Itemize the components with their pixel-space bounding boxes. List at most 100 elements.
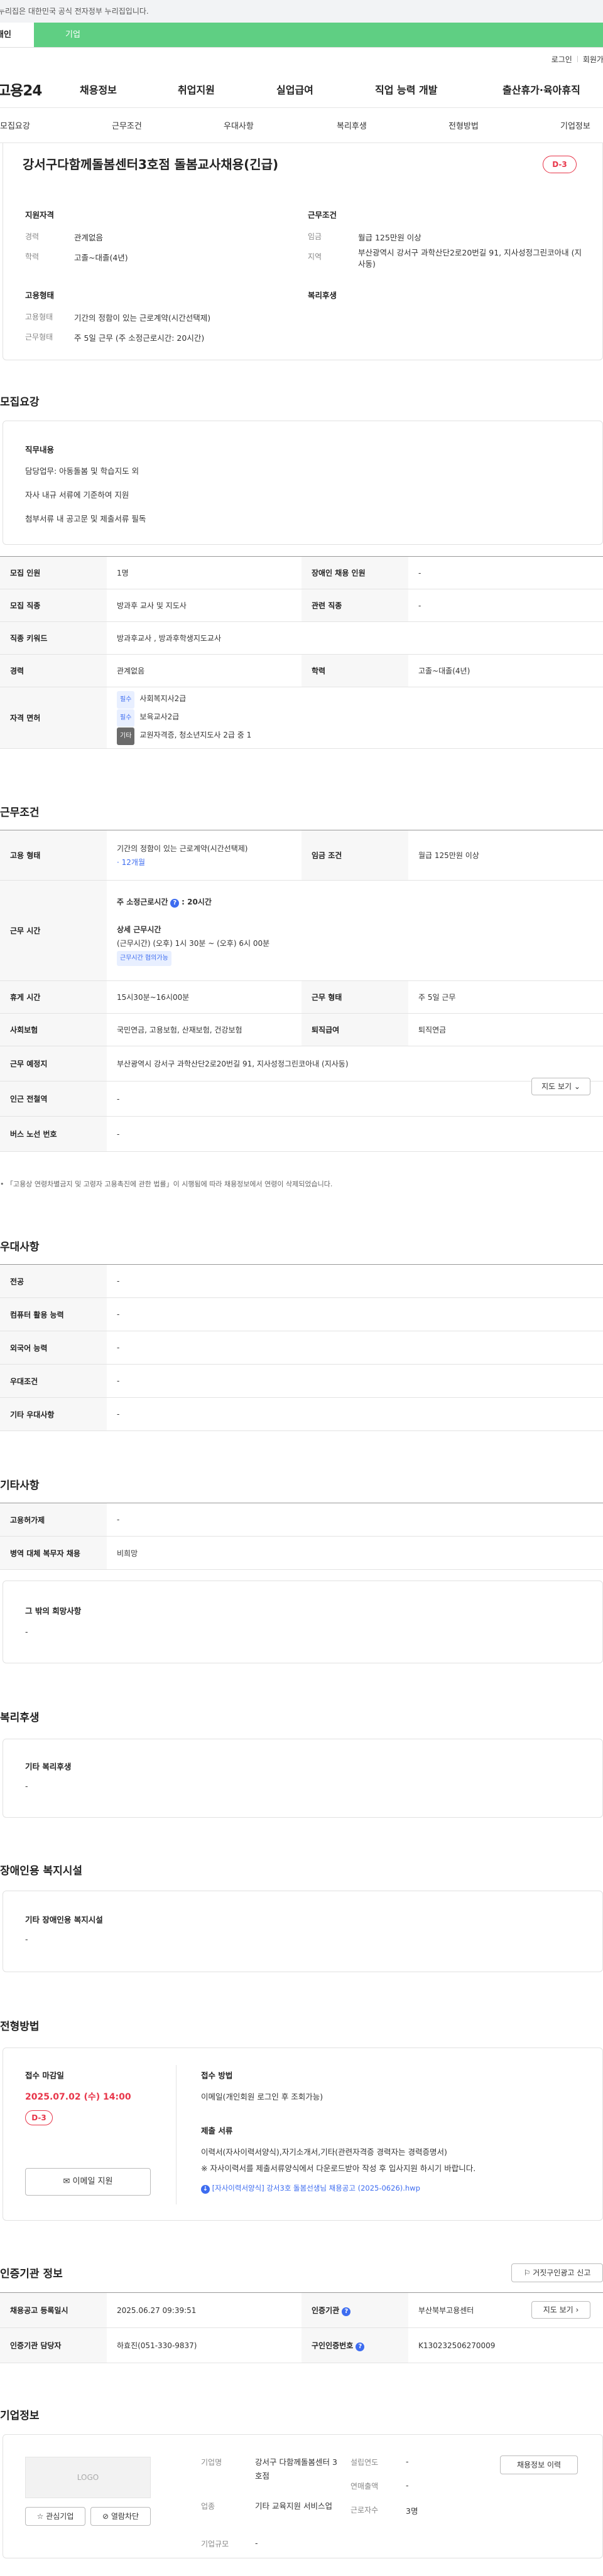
pref-label: 기타 우대사항	[0, 1397, 107, 1431]
work-map-button[interactable]: 지도 보기 ⌄	[531, 1078, 590, 1095]
disabled-value: -	[408, 556, 603, 589]
worktype-label: 근무형태	[25, 333, 53, 341]
keyword-label: 직종 키워드	[0, 621, 107, 655]
mgr-value: 하효진(051-330-9837)	[107, 2327, 302, 2363]
report-icon: ⚐	[523, 2268, 531, 2277]
career-value: 관계없음	[74, 233, 104, 242]
bus-label: 버스 노선 번호	[0, 1116, 107, 1152]
emptype-label: 고용형태	[25, 313, 53, 321]
region-label: 지역	[308, 252, 322, 261]
etc-value: 비희망	[107, 1536, 603, 1570]
gnb-item-jobs[interactable]: 채용정보	[80, 82, 117, 97]
name-label: 기업명	[201, 2458, 222, 2467]
tab-corporate-label: 기업	[65, 30, 80, 40]
rec-edu-value: 고졸~대졸(4년)	[408, 654, 603, 687]
attachment-name: [자사이력서양식] 강서3호 돌봄선생님 채용공고 (2025-0626).hw…	[212, 2184, 420, 2192]
license-tag: 필수	[117, 691, 135, 709]
anchor-recruit[interactable]: 모집요강	[0, 119, 30, 131]
anchor-process[interactable]: 전형방법	[448, 119, 479, 131]
email-apply-button[interactable]: ✉ 이메일 지원	[25, 2168, 151, 2196]
gnb-item-unemployment-benefit[interactable]: 실업급여	[276, 82, 313, 97]
rest-value: 15시30분~16시00분	[107, 980, 302, 1014]
license-tag: 기타	[117, 727, 135, 745]
emp-count-label: 근로자수	[350, 2506, 379, 2514]
site-logo[interactable]: 고용24	[0, 78, 42, 100]
license-name: 보육교사2급	[139, 712, 180, 721]
work-section-title: 근무조건	[0, 807, 40, 819]
place-label: 근무 예정지	[0, 1046, 107, 1081]
history-button[interactable]: 채용정보 이력	[500, 2455, 578, 2474]
license-tag: 필수	[117, 709, 135, 727]
count-value: 1명	[107, 556, 302, 589]
tab-individual[interactable]: 개인	[0, 23, 34, 47]
mail-icon: ✉	[63, 2177, 70, 2186]
block-icon: ⊘	[102, 2512, 109, 2521]
cert-map-button[interactable]: 지도 보기 ›	[531, 2301, 590, 2319]
welfare-value: -	[25, 1781, 28, 1791]
sales-label: 연매출액	[350, 2482, 379, 2491]
license-name: 교원자격증, 청소년지도사 2급 중 1	[139, 731, 252, 739]
report-fake-ad-button[interactable]: ⚐ 거짓구인광고 신고	[511, 2263, 603, 2282]
gnb-item-job-training[interactable]: 직업 능력 개발	[375, 82, 437, 97]
work-map-label: 지도 보기	[541, 1082, 572, 1091]
help-icon[interactable]: ?	[342, 2307, 351, 2316]
other-wish-title: 그 밖의 희망사항	[25, 1606, 82, 1616]
mgr-label: 인증기관 담당자	[0, 2327, 107, 2363]
related-value: -	[408, 589, 603, 622]
edu-label: 학력	[25, 252, 40, 261]
help-icon[interactable]: ?	[170, 899, 180, 908]
help-icon[interactable]: ?	[356, 2342, 365, 2351]
auth-label: 구인인증번호 ?	[302, 2327, 408, 2363]
anchor-company[interactable]: 기업정보	[560, 119, 590, 131]
welfare-title: 기타 복리후생	[25, 1762, 72, 1771]
docs-value: 이력서(자사이력서양식),자기소개서,기타(관련자격증 경력자는 경력증명서)	[201, 2147, 447, 2157]
report-label: 거짓구인광고 신고	[533, 2268, 591, 2277]
gov-notice-bar: 이 누리집은 대한민국 공식 전자정부 누리집입니다.	[0, 0, 603, 23]
attachment-link[interactable]: ↓ [자사이력서양식] 강서3호 돌봄선생님 채용공고 (2025-0626).…	[201, 2183, 420, 2194]
wage-value: 월급 125만원 이상	[358, 233, 421, 242]
anchor-welfare[interactable]: 복리후생	[337, 119, 367, 131]
license-item: 기타 교원자격증, 청소년지도사 2급 중 1	[117, 727, 593, 745]
rest-label: 휴게 시간	[0, 980, 107, 1014]
login-link[interactable]: 로그인	[551, 54, 572, 65]
weekly-hours-title: 주 소정근로시간	[117, 898, 168, 906]
block-view-button[interactable]: ⊘ 열람차단	[90, 2507, 151, 2526]
detail-hours-title: 상세 근무시간	[117, 925, 161, 934]
wage-cond-value: 월급 125만원 이상	[408, 830, 603, 881]
license-item: 필수 보육교사2급	[117, 709, 593, 727]
deadline-value: 2025.07.02 (수) 14:00	[25, 2092, 131, 2102]
welfare-section-title: 복리후생	[0, 1712, 40, 1724]
retire-value: 퇴직연금	[408, 1013, 603, 1046]
wage-cond-label: 임금 조건	[302, 830, 408, 881]
age-notice: • 「고용상 연령차별금지 및 고령자 고용촉진에 관한 법률」이 시행됨에 따…	[0, 1180, 333, 1188]
pref-label: 외국어 능력	[0, 1331, 107, 1365]
age-notice-text: 「고용상 연령차별금지 및 고령자 고용촉진에 관한 법률」이 시행됨에 따라 …	[6, 1180, 333, 1188]
method-value: 이메일(개인회원 로그인 후 조회가능)	[201, 2092, 323, 2101]
block-label: 열람차단	[111, 2512, 139, 2521]
favorite-company-button[interactable]: ☆ 관심기업	[25, 2507, 85, 2526]
anchor-work[interactable]: 근무조건	[112, 119, 142, 131]
pref-label: 전공	[0, 1264, 107, 1298]
flex-hours-badge: 근무시간 협의가능	[117, 951, 171, 966]
join-link[interactable]: 회원가입	[583, 54, 603, 65]
found-value: -	[406, 2457, 409, 2466]
anchor-pref[interactable]: 우대사항	[224, 119, 254, 131]
global-nav: 고용24 채용정보 취업지원 실업급여 직업 능력 개발 출산휴가·육아휴직	[0, 70, 603, 108]
welfare-card	[3, 1739, 603, 1818]
gnb-item-parental-leave[interactable]: 출산휴가·육아휴직	[503, 82, 580, 97]
gnb-item-employment-support[interactable]: 취업지원	[178, 82, 215, 97]
etc-label: 고용허가제	[0, 1503, 107, 1537]
license-list: 필수 사회복지사2급 필수 보육교사2급 기타 교원자격증, 청소년지도사 2급 중 …	[107, 687, 603, 749]
recruit-table: 모집 인원 1명 장애인 채용 인원 - 모집 직종 방과후 교사 및 지도사 관련 직종…	[0, 556, 603, 749]
region-value: 부산광역시 강서구 과학산단2로20번길 91, 지사성정그린코아내 (지사동)	[358, 248, 582, 269]
recruit-section-title: 모집요강	[0, 396, 40, 409]
pref-section-title: 우대사항	[0, 1241, 40, 1253]
chevron-right-icon: ›	[575, 2305, 579, 2314]
emp-type: 기간의 정함이 있는 근로계약(시간선택제)	[117, 844, 248, 853]
other-wish-value: -	[25, 1627, 28, 1636]
pref-label: 컴퓨터 활용 능력	[0, 1297, 107, 1331]
disab-section-title: 장애인용 복지시설	[0, 1865, 83, 1877]
tab-corporate[interactable]: 기업	[34, 23, 603, 47]
etc-table: 고용허가제 - 병역 대체 복무자 채용 비희망	[0, 1503, 603, 1570]
reg-value: 2025.06.27 09:39:51	[107, 2292, 302, 2328]
